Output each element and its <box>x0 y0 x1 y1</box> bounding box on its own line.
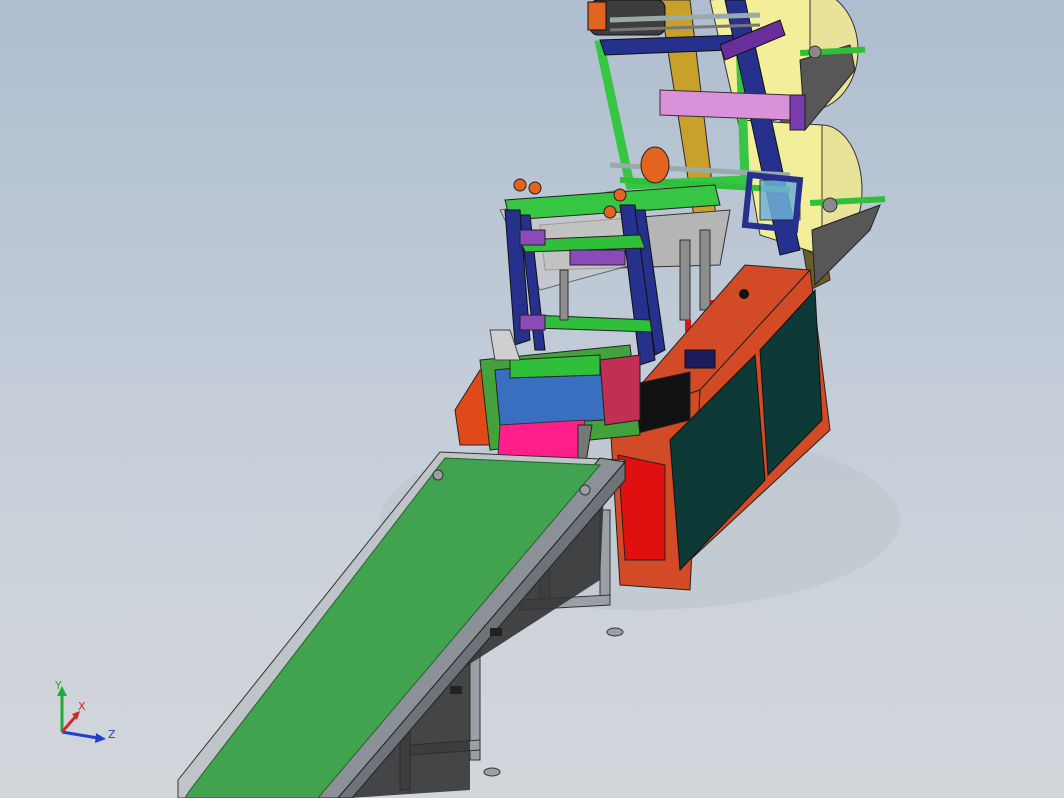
axis-z-label: Z <box>108 728 116 741</box>
axis-x-label: X <box>78 700 86 713</box>
machine-model[interactable] <box>0 0 1064 798</box>
axis-y-label: Y <box>54 680 62 692</box>
axis-triad: Y X Z <box>54 680 116 743</box>
conveyor[interactable] <box>177 451 627 798</box>
cad-viewport[interactable]: Y X Z <box>0 0 1064 798</box>
